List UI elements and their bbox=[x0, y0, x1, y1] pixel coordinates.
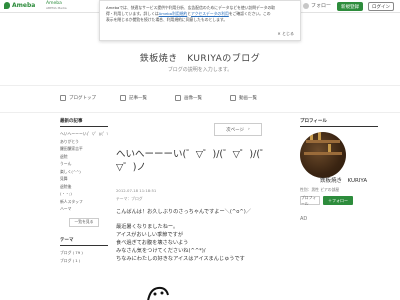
entry-theme[interactable]: テーマ：ブログ bbox=[116, 196, 143, 202]
profile-gender: 性別：男性 bbox=[300, 187, 319, 192]
left-sidebar: 最新の記事 へいへーーーい(゜▽゜)/(゜▽゜)/(゜ ありがとう 醸田醸家吉平… bbox=[60, 118, 108, 265]
register-button[interactable]: 新規登録 bbox=[337, 2, 363, 11]
recent-entry[interactable]: 新人スタッフ bbox=[60, 198, 108, 206]
login-button[interactable]: ログイン bbox=[368, 2, 394, 11]
entry-line: 最近暑くなりましたねー。 bbox=[116, 224, 179, 230]
ameba-sub-logo[interactable]: Ameba ABEMA Media bbox=[46, 1, 67, 11]
recent-entry[interactable]: ハーマ bbox=[60, 205, 108, 213]
nav-entry-list[interactable]: 記事一覧 bbox=[120, 95, 147, 101]
profile-button[interactable]: プロフィール bbox=[300, 195, 320, 206]
home-icon bbox=[60, 95, 66, 101]
follow-label[interactable]: フォロー bbox=[311, 2, 331, 9]
recent-entry[interactable]: 見舞 bbox=[60, 175, 108, 183]
recent-entry[interactable]: 楽しく(^^) bbox=[60, 168, 108, 176]
image-icon bbox=[175, 95, 181, 101]
terms-link[interactable]: Ameba利用規約 bbox=[159, 11, 188, 16]
recent-entry[interactable]: (・・;) bbox=[60, 190, 108, 198]
notice-text: 得・利用しています。詳しくは bbox=[106, 11, 159, 16]
right-sidebar: プロフィール 鉄板焼き KURIYA 性別：男性 ピアの部屋 プロフィール ＋フ… bbox=[300, 118, 378, 222]
notice-close-button[interactable]: ✕ とじる bbox=[277, 31, 294, 37]
recent-entry[interactable]: へいへーーーい(゜▽゜)/(゜▽゜)/(゜ bbox=[60, 130, 108, 138]
list-icon bbox=[120, 95, 126, 101]
ameba-logo-text: Ameba bbox=[12, 2, 36, 9]
entry-title[interactable]: へいへーーーい(゜▽゜)/(゜▽゜)/(゜▽゜)ノ bbox=[116, 148, 276, 174]
entry-line: 食べ過ぎてお腹を壊さないよう bbox=[116, 240, 189, 246]
video-icon bbox=[230, 95, 236, 101]
follow-icon[interactable] bbox=[303, 3, 309, 9]
ameba-logo[interactable]: Ameba bbox=[4, 2, 35, 9]
nav-video-list[interactable]: 動画一覧 bbox=[230, 95, 257, 101]
ameba-sub-tag: ABEMA Media bbox=[46, 6, 67, 10]
ad-label: AD bbox=[300, 216, 308, 222]
theme-title: テーマ bbox=[60, 237, 108, 246]
recent-entries-title: 最新の記事 bbox=[60, 118, 108, 127]
recent-entry[interactable]: 醸田醸家吉平 bbox=[60, 145, 108, 153]
blog-nav: ブログトップ 記事一覧 画像一覧 動画一覧 bbox=[0, 85, 400, 113]
recent-entry[interactable]: 退院後 bbox=[60, 183, 108, 191]
entry-body: こんばんは！お久しぶりのさっちゃんですよー＼(^o^)／ 最近暑くなりましたねー… bbox=[116, 208, 286, 263]
notice-text-end: をご確認ください。この bbox=[228, 11, 271, 16]
nav-label: 画像一覧 bbox=[184, 96, 202, 101]
profile-info: 性別：男性 ピアの部屋 bbox=[300, 187, 339, 193]
view-list-button[interactable]: 一覧を見る bbox=[69, 217, 99, 227]
entry-line: ちなみにわたしの好きなアイスはアイスまんじゅうです bbox=[116, 256, 245, 262]
profile-avatar[interactable] bbox=[300, 132, 346, 178]
chevron-right-icon: › bbox=[248, 127, 250, 132]
entry-line: アイスがおいしい季節ですが bbox=[116, 232, 184, 238]
nav-label: ブログトップ bbox=[69, 96, 96, 101]
entry-line: こんばんは！お久しぶりのさっちゃんですよー＼(^o^)／ bbox=[116, 209, 251, 215]
profile-buttons: プロフィール ＋フォロー bbox=[300, 195, 353, 206]
profile-title: プロフィール bbox=[300, 118, 378, 127]
theme-item[interactable]: ブログ ( 1 ) bbox=[60, 257, 108, 265]
close-label: とじる bbox=[282, 31, 294, 36]
blog-title[interactable]: 鉄板焼き KURIYAのブログ bbox=[0, 51, 400, 64]
nav-image-list[interactable]: 画像一覧 bbox=[175, 95, 202, 101]
nav-label: 動画一覧 bbox=[239, 96, 257, 101]
profile-extra: ピアの部屋 bbox=[320, 187, 340, 192]
data-usage-link[interactable]: アクセスデータの利用 bbox=[191, 11, 229, 16]
nav-label: 記事一覧 bbox=[129, 96, 147, 101]
recent-entry[interactable]: うーん bbox=[60, 160, 108, 168]
recent-entry[interactable]: ありがとう bbox=[60, 138, 108, 146]
profile-name[interactable]: 鉄板焼き KURIYA bbox=[320, 176, 367, 184]
doodle-image bbox=[147, 286, 169, 300]
notice-line-3: 表示を閉じるか閲覧を続けた場合、利用規約に同意したものとします。 bbox=[106, 17, 228, 22]
nav-blog-top[interactable]: ブログトップ bbox=[60, 95, 96, 101]
ameba-leaf-icon bbox=[4, 2, 10, 9]
theme-item[interactable]: ブログ ( 79 ) bbox=[60, 249, 108, 257]
next-page-label: 次ページ bbox=[226, 127, 245, 133]
entry-line: みなさん気をつけてくださいね(^^*)/ bbox=[116, 248, 206, 254]
next-page-button[interactable]: 次ページ › bbox=[214, 123, 262, 136]
follow-button[interactable]: ＋フォロー bbox=[323, 196, 353, 205]
cookie-notice: Amebaでは、快適なサービス提供や利用分析、広告配信のためにデータなどを使い訪… bbox=[99, 0, 301, 41]
entry-date: 2012-07-18 11:18:51 bbox=[116, 188, 157, 193]
blog-description: ブログの説明を入力します。 bbox=[167, 67, 233, 73]
recent-entry[interactable]: 退院 bbox=[60, 153, 108, 161]
